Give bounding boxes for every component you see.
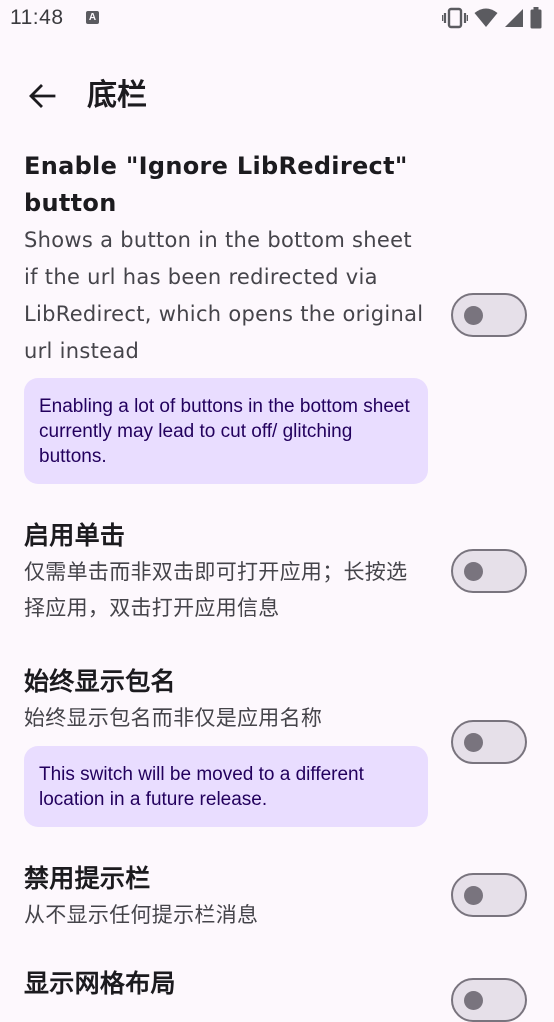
switch-thumb [464, 562, 483, 581]
battery-icon [530, 7, 542, 29]
setting-description: 始终显示包名而非仅是应用名称 [24, 706, 323, 730]
grid-layout-switch[interactable] [451, 978, 527, 1022]
disable-snackbar-switch[interactable] [451, 873, 527, 917]
notification-a-icon: A [86, 11, 99, 24]
wifi-icon [474, 8, 498, 27]
setting-description: 仅需单击而非双击即可打开应用；长按选择应用，双击打开应用信息 [24, 560, 408, 620]
setting-ignore-libredirect[interactable]: Enable "Ignore LibRedirect" button Shows… [24, 148, 530, 370]
switch-thumb [464, 886, 483, 905]
setting-title: 始终显示包名 [24, 667, 176, 696]
setting-description: Shows a button in the bottom sheet if th… [24, 228, 424, 363]
ignore-libredirect-switch[interactable] [451, 293, 527, 337]
setting-always-show-package[interactable]: 始终显示包名 始终显示包名而非仅是应用名称 [24, 664, 530, 736]
setting-text: Enable "Ignore LibRedirect" button Shows… [24, 148, 424, 370]
always-show-package-switch[interactable] [451, 720, 527, 764]
page-title: 底栏 [87, 78, 147, 113]
switch-thumb [464, 991, 483, 1010]
status-icons [442, 7, 542, 29]
setting-text: 显示网格布局 [24, 966, 424, 1002]
setting-text: 始终显示包名 始终显示包名而非仅是应用名称 [24, 664, 424, 736]
arrow-back-icon [29, 84, 56, 108]
setting-title: 启用单击 [24, 521, 126, 550]
setting-text: 启用单击 仅需单击而非双击即可打开应用；长按选择应用，双击打开应用信息 [24, 518, 424, 626]
setting-title: 禁用提示栏 [24, 864, 151, 893]
setting-text: 禁用提示栏 从不显示任何提示栏消息 [24, 861, 424, 933]
app-bar: 底栏 [0, 60, 554, 132]
single-tap-switch[interactable] [451, 549, 527, 593]
setting-description: 从不显示任何提示栏消息 [24, 903, 259, 927]
status-bar: 11:48 A [0, 0, 554, 36]
info-note: Enabling a lot of buttons in the bottom … [24, 378, 428, 484]
signal-icon [505, 9, 523, 27]
back-button[interactable] [18, 72, 66, 120]
vibrate-icon [442, 7, 468, 29]
switch-thumb [464, 733, 483, 752]
setting-title: 显示网格布局 [24, 969, 176, 998]
setting-title: Enable "Ignore LibRedirect" button [24, 152, 408, 217]
status-time: 11:48 [10, 6, 64, 29]
info-note: This switch will be moved to a different… [24, 746, 428, 827]
switch-thumb [464, 306, 483, 325]
